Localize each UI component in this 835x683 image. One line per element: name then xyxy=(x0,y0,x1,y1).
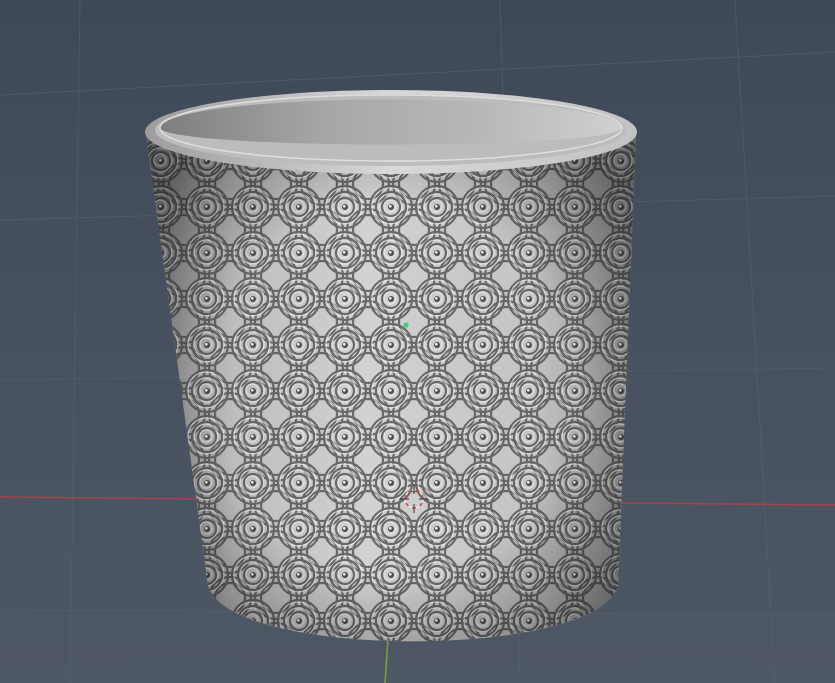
3d-viewport[interactable] xyxy=(0,0,835,683)
viewport-scene xyxy=(0,0,835,683)
pot-mesh[interactable] xyxy=(140,90,645,670)
object-origin-dot[interactable] xyxy=(403,322,409,328)
